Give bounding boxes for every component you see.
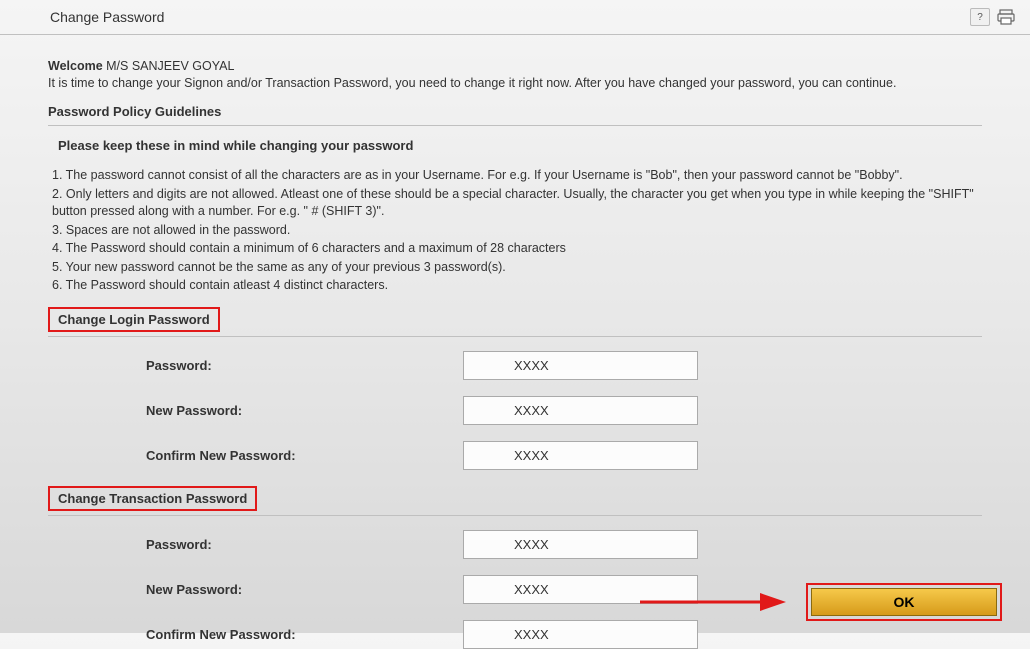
login-confirm-label: Confirm New Password: [48,448,463,463]
content-area: Welcome M/S SANJEEV GOYAL It is time to … [0,35,1030,649]
policy-rule: 3. Spaces are not allowed in the passwor… [52,222,982,240]
welcome-label: Welcome [48,59,103,73]
txn-password-input[interactable] [463,530,698,559]
txn-section-bar: Change Transaction Password [48,486,982,516]
txn-password-label: Password: [48,537,463,552]
policy-rule: 2. Only letters and digits are not allow… [52,186,982,221]
login-confirm-row: Confirm New Password: [48,441,982,470]
login-confirm-input[interactable] [463,441,698,470]
annotation-arrow-icon [638,587,788,617]
header-icons: ? [970,8,1016,26]
login-password-row: Password: [48,351,982,380]
page-title: Change Password [14,9,164,25]
welcome-username: M/S SANJEEV GOYAL [106,59,234,73]
action-bar: OK [638,583,1002,621]
policy-rule: 1. The password cannot consist of all th… [52,167,982,185]
policy-heading: Password Policy Guidelines [48,104,982,126]
txn-password-row: Password: [48,530,982,559]
ok-button[interactable]: OK [811,588,997,616]
txn-confirm-row: Confirm New Password: [48,620,982,649]
login-newpassword-label: New Password: [48,403,463,418]
policy-rule: 4. The Password should contain a minimum… [52,240,982,258]
login-newpassword-row: New Password: [48,396,982,425]
txn-section-title: Change Transaction Password [48,486,257,511]
login-password-input[interactable] [463,351,698,380]
policy-rule: 5. Your new password cannot be the same … [52,259,982,277]
txn-newpassword-label: New Password: [48,582,463,597]
welcome-line: Welcome M/S SANJEEV GOYAL [48,59,982,73]
intro-text: It is time to change your Signon and/or … [48,76,982,90]
help-icon[interactable]: ? [970,8,990,26]
policy-rules: 1. The password cannot consist of all th… [48,167,982,295]
page-header: Change Password ? [0,0,1030,35]
ok-highlight: OK [806,583,1002,621]
login-newpassword-input[interactable] [463,396,698,425]
login-section-title: Change Login Password [48,307,220,332]
policy-reminder: Please keep these in mind while changing… [48,138,982,153]
login-section-bar: Change Login Password [48,307,982,337]
policy-rule: 6. The Password should contain atleast 4… [52,277,982,295]
txn-confirm-label: Confirm New Password: [48,627,463,642]
print-icon[interactable] [996,8,1016,26]
login-password-label: Password: [48,358,463,373]
txn-confirm-input[interactable] [463,620,698,649]
